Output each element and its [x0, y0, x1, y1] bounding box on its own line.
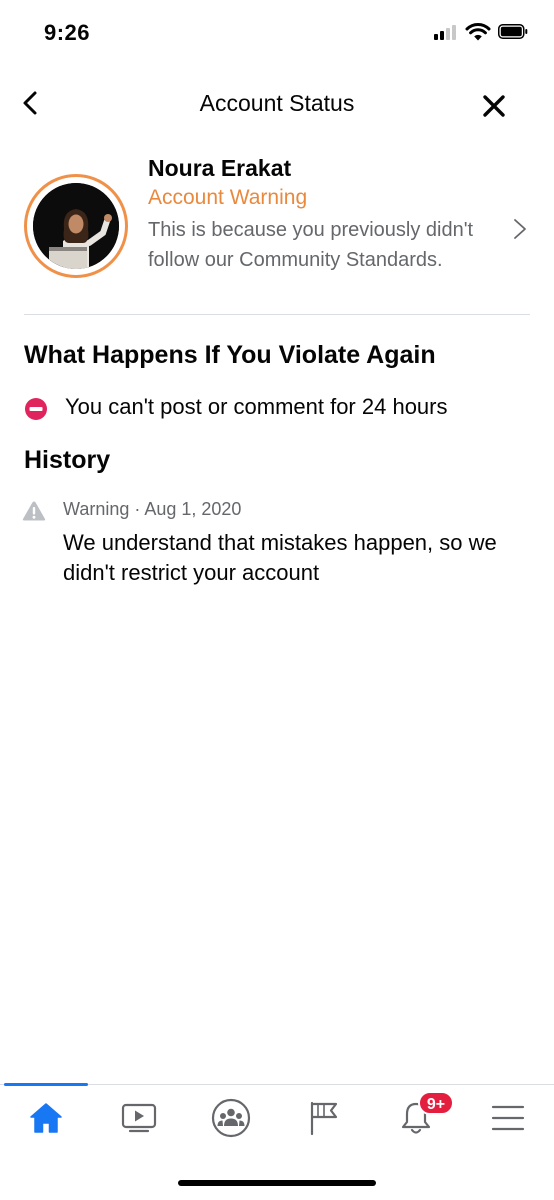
violate-section-title: What Happens If You Violate Again: [24, 341, 436, 369]
restriction-text: You can't post or comment for 24 hours: [65, 394, 448, 419]
close-button[interactable]: [480, 92, 508, 120]
battery-icon: [498, 24, 528, 39]
avatar-photo: [33, 183, 119, 269]
history-title: History: [24, 446, 111, 474]
divider: [24, 314, 530, 315]
history-item-meta: Warning · Aug 1, 2020: [63, 499, 242, 519]
tab-home[interactable]: [24, 1096, 68, 1140]
menu-icon: [491, 1105, 525, 1131]
wifi-icon: [465, 22, 491, 41]
history-item-text: We understand that mistakes happen, so w…: [63, 530, 497, 585]
status-time: 9:26: [44, 20, 91, 45]
tab-pages[interactable]: [302, 1096, 346, 1140]
pages-flag-icon: [310, 1101, 338, 1136]
home-indicator[interactable]: [178, 1180, 376, 1186]
warning-triangle-icon: [22, 501, 46, 521]
active-tab-indicator: [4, 1083, 88, 1086]
notification-badge: 9+: [418, 1091, 454, 1115]
home-icon: [30, 1103, 62, 1133]
avatar[interactable]: [33, 183, 119, 269]
restriction-icon: [25, 398, 47, 420]
chevron-right-icon[interactable]: [510, 218, 530, 240]
groups-icon: [211, 1098, 251, 1138]
account-warning-status: Account Warning: [148, 186, 308, 209]
cellular-signal-icon: [434, 24, 456, 40]
watch-icon: [121, 1103, 157, 1133]
tab-watch[interactable]: [117, 1096, 161, 1140]
warning-description: This is because you previously didn't fo…: [148, 219, 474, 271]
page-title: Account Status: [199, 90, 355, 116]
tab-groups[interactable]: [209, 1096, 253, 1140]
profile-name[interactable]: Noura Erakat: [148, 155, 291, 182]
tab-menu[interactable]: [486, 1096, 530, 1140]
